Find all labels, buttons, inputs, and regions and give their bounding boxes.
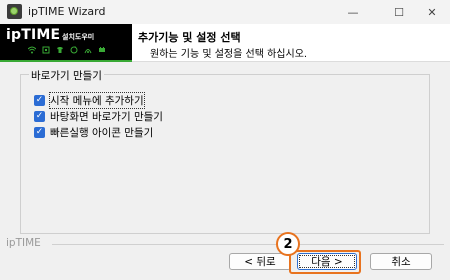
checkbox-checked-icon[interactable]: ✓ bbox=[34, 126, 45, 138]
wifi-icon bbox=[27, 46, 37, 54]
checkbox-checked-icon[interactable]: ✓ bbox=[34, 94, 45, 106]
checkbox-quick-launch[interactable]: ✓ 빠른실행 아이콘 만들기 bbox=[34, 125, 153, 139]
wizard-header: 추가기능 및 설정 선택 원하는 기능 및 설정을 선택 하십시오. bbox=[132, 24, 450, 62]
page-subtitle: 원하는 기능 및 설정을 선택 하십시오. bbox=[150, 49, 308, 60]
checkbox-desktop-shortcut[interactable]: ✓ 바탕화면 바로가기 만들기 bbox=[34, 109, 163, 123]
checkbox-label: 시작 메뉴에 추가하기 bbox=[49, 91, 145, 109]
window-title: ipTIME Wizard bbox=[28, 5, 106, 18]
page-title: 추가기능 및 설정 선택 bbox=[138, 31, 241, 44]
step-number-badge: 2 bbox=[276, 232, 300, 256]
lan-icon bbox=[42, 46, 50, 54]
checkbox-label: 바탕화면 바로가기 만들기 bbox=[50, 110, 163, 123]
footer-divider bbox=[52, 244, 444, 245]
footer-brand: ipTIME bbox=[6, 237, 41, 249]
checkbox-checked-icon[interactable]: ✓ bbox=[34, 110, 45, 122]
minimize-button[interactable]: — bbox=[330, 0, 376, 24]
checkbox-start-menu[interactable]: ✓ 시작 메뉴에 추가하기 bbox=[34, 91, 145, 109]
brand-logo: ipTIME bbox=[6, 27, 61, 43]
back-button[interactable]: < 뒤로 bbox=[229, 253, 291, 270]
app-icon bbox=[7, 4, 22, 19]
tshirt-icon bbox=[56, 46, 64, 54]
title-bar: ipTIME Wizard — ☐ ✕ bbox=[0, 0, 450, 24]
storage-icon bbox=[98, 46, 106, 54]
cancel-button[interactable]: 취소 bbox=[370, 253, 432, 270]
brand-logo-panel: ipTIME 설치도우미 bbox=[0, 24, 132, 62]
wizard-body: 바로가기 만들기 ✓ 시작 메뉴에 추가하기 ✓ 바탕화면 바로가기 만들기 ✓… bbox=[0, 62, 450, 280]
group-legend: 바로가기 만들기 bbox=[29, 68, 104, 83]
checkbox-label: 빠른실행 아이콘 만들기 bbox=[50, 126, 154, 139]
sync-icon bbox=[70, 46, 78, 54]
logo-subtitle: 설치도우미 bbox=[62, 33, 95, 41]
shortcut-group: 바로가기 만들기 ✓ 시작 메뉴에 추가하기 ✓ 바탕화면 바로가기 만들기 ✓… bbox=[20, 68, 430, 234]
signal-icon bbox=[84, 46, 92, 54]
annotation-highlight-box bbox=[289, 250, 361, 274]
close-button[interactable]: ✕ bbox=[414, 0, 450, 24]
logo-icon-strip bbox=[27, 46, 128, 58]
